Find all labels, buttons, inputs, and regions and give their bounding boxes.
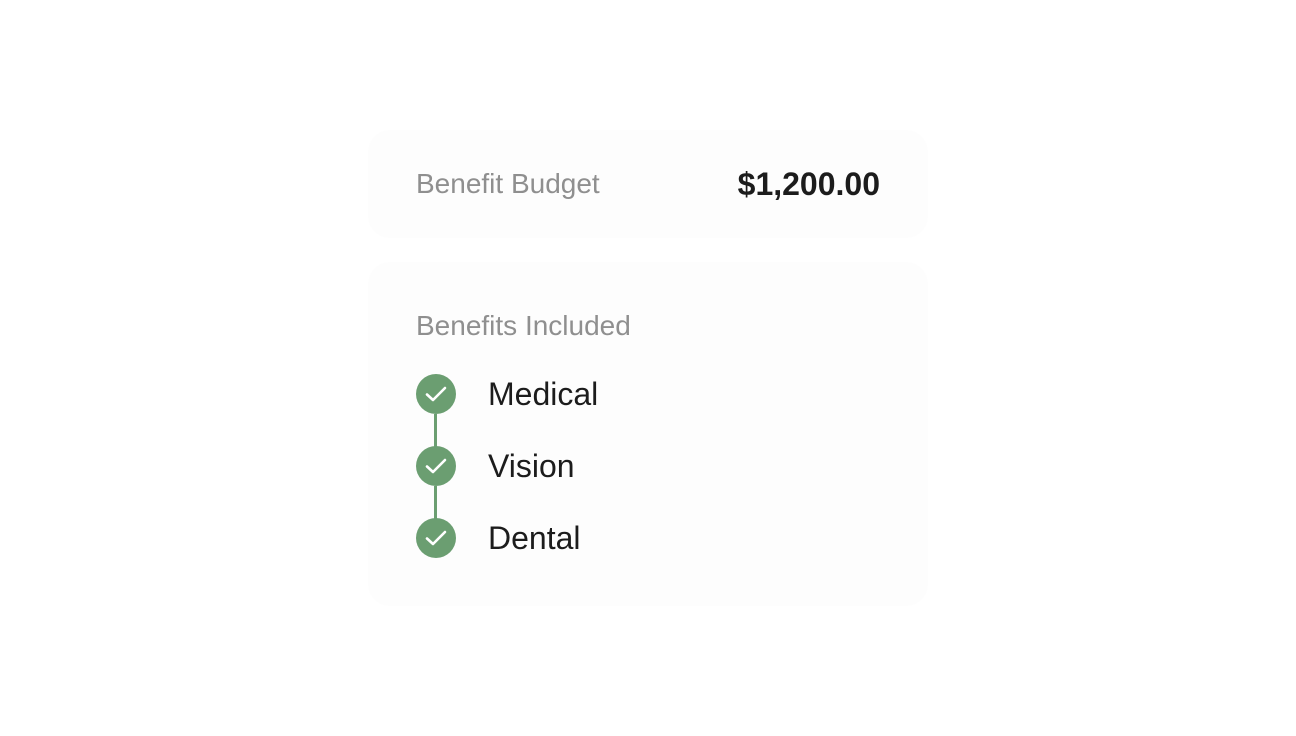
budget-label: Benefit Budget: [416, 168, 600, 199]
timeline-connector: [434, 414, 437, 448]
benefits-included-card: Benefits Included Medical Vision Dental: [368, 262, 928, 606]
benefit-label: Dental: [488, 520, 581, 556]
benefit-label: Vision: [488, 448, 575, 484]
benefit-item-dental: Dental: [416, 518, 876, 558]
check-icon: [416, 446, 456, 486]
benefit-label: Medical: [488, 376, 599, 412]
benefits-title: Benefits Included: [416, 310, 631, 341]
benefit-budget-card: Benefit Budget $1,200.00: [368, 130, 928, 238]
check-icon: [416, 374, 456, 414]
benefit-item-medical: Medical: [416, 374, 876, 414]
check-icon: [416, 518, 456, 558]
timeline-connector: [434, 486, 437, 520]
benefit-item-vision: Vision: [416, 446, 876, 486]
budget-amount: $1,200.00: [737, 166, 880, 202]
